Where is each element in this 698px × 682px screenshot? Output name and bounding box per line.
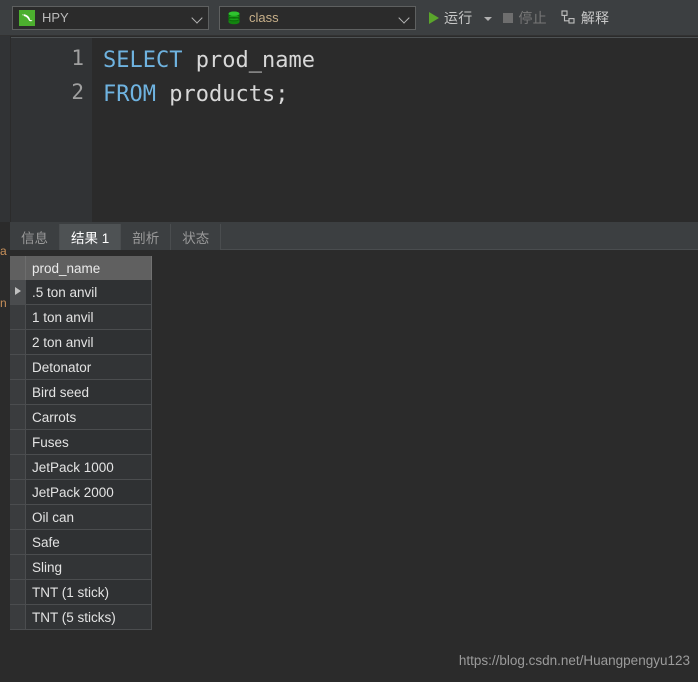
table-row[interactable]: Safe [10, 530, 152, 555]
table-cell[interactable]: Fuses [26, 430, 152, 455]
dolphin-icon [19, 9, 35, 26]
collapsed-panel-rail[interactable] [0, 36, 11, 222]
table-cell[interactable]: Safe [26, 530, 152, 555]
row-indicator-cell[interactable] [10, 355, 26, 380]
table-row[interactable]: TNT (1 stick) [10, 580, 152, 605]
row-indicator-cell[interactable] [10, 305, 26, 330]
row-indicator-cell[interactable] [10, 405, 26, 430]
connection-label: HPY [42, 9, 69, 25]
tab-result-1[interactable]: 结果 1 [60, 224, 122, 250]
row-indicator-cell[interactable] [10, 455, 26, 480]
sql-identifier: prod_name [182, 48, 315, 73]
editor-gutter: 1 2 [11, 38, 92, 222]
tab-info[interactable]: 信息 [10, 224, 60, 250]
table-cell[interactable]: TNT (1 stick) [26, 580, 152, 605]
table-row[interactable]: TNT (5 sticks) [10, 605, 152, 630]
table-row[interactable]: Fuses [10, 430, 152, 455]
row-caret-icon [15, 287, 21, 295]
table-cell[interactable]: Sling [26, 555, 152, 580]
database-icon [226, 10, 242, 26]
explain-button-label: 解释 [580, 9, 610, 26]
table-cell[interactable]: JetPack 2000 [26, 480, 152, 505]
table-cell[interactable]: Carrots [26, 405, 152, 430]
chevron-down-icon[interactable] [192, 12, 204, 24]
stop-button-label: 停止 [518, 9, 547, 26]
row-indicator-cell[interactable] [10, 555, 26, 580]
table-row[interactable]: Sling [10, 555, 152, 580]
row-indicator-cell[interactable] [10, 480, 26, 505]
grid-body[interactable]: .5 ton anvil 1 ton anvil 2 ton anvil Detona… [10, 280, 152, 630]
database-label: class [249, 9, 279, 25]
tab-status[interactable]: 状态 [171, 224, 222, 250]
table-row[interactable]: Detonator [10, 355, 152, 380]
column-header-prod-name[interactable]: prod_name [26, 256, 152, 280]
row-indicator-cell[interactable] [10, 380, 26, 405]
row-indicator-cell[interactable] [10, 580, 26, 605]
watermark-text: https://blog.csdn.net/Huangpengyu123 [458, 653, 690, 668]
table-row[interactable]: Carrots [10, 405, 152, 430]
table-cell[interactable]: Detonator [26, 355, 152, 380]
sql-identifier: products; [155, 82, 289, 107]
run-button[interactable]: 运行 [426, 5, 475, 31]
chevron-down-icon[interactable] [399, 12, 411, 24]
table-cell[interactable]: 2 ton anvil [26, 330, 152, 355]
table-cell[interactable]: .5 ton anvil [26, 280, 152, 305]
result-tabbar: 信息 结果 1 剖析 状态 [10, 222, 698, 250]
rail-glyph-bottom: n [0, 296, 7, 310]
stop-square-icon [503, 12, 514, 23]
database-dropdown[interactable]: class [219, 5, 416, 30]
sql-keyword: SELECT [103, 48, 183, 73]
rail-glyph-top: a [0, 244, 7, 258]
table-row[interactable]: 2 ton anvil [10, 330, 152, 355]
play-icon [429, 11, 439, 24]
line-number: 2 [71, 80, 84, 104]
table-row[interactable]: Bird seed [10, 380, 152, 405]
row-indicator-cell[interactable] [10, 505, 26, 530]
code-line: FROM products; [103, 78, 698, 112]
row-indicator-cell[interactable] [10, 280, 26, 305]
explain-icon [561, 10, 576, 25]
result-grid[interactable]: prod_name .5 ton anvil 1 ton anvil 2 ton a… [10, 256, 152, 630]
grid-header-row: prod_name [10, 256, 152, 280]
main-toolbar: HPY class 运行 停止 解释 [0, 0, 698, 36]
row-indicator-cell[interactable] [10, 330, 26, 355]
table-cell[interactable]: JetPack 1000 [26, 455, 152, 480]
stop-button[interactable]: 停止 [500, 5, 549, 31]
sql-keyword: FROM [103, 82, 156, 107]
row-indicator-cell[interactable] [10, 605, 26, 630]
table-cell[interactable]: Oil can [26, 505, 152, 530]
sql-editor[interactable]: 1 2 SELECT prod_name FROM products; [11, 37, 698, 222]
grid-header-gutter [10, 256, 26, 280]
caret-down-icon[interactable] [484, 16, 493, 21]
line-number: 1 [71, 46, 84, 70]
collapsed-panel-rail-lower [0, 222, 10, 682]
tab-profile[interactable]: 剖析 [121, 224, 172, 250]
connection-dropdown[interactable]: HPY [12, 5, 209, 30]
table-row[interactable]: JetPack 2000 [10, 480, 152, 505]
code-line: SELECT prod_name [103, 44, 698, 78]
table-row[interactable]: 1 ton anvil [10, 305, 152, 330]
explain-button[interactable]: 解释 [558, 5, 612, 31]
result-grid-panel[interactable]: prod_name .5 ton anvil 1 ton anvil 2 ton a… [10, 250, 698, 682]
table-cell[interactable]: TNT (5 sticks) [26, 605, 152, 630]
row-indicator-cell[interactable] [10, 530, 26, 555]
tabbar-filler [221, 223, 698, 250]
table-row[interactable]: Oil can [10, 505, 152, 530]
run-button-label: 运行 [444, 9, 473, 26]
editor-code-area[interactable]: SELECT prod_name FROM products; [103, 38, 698, 222]
table-row[interactable]: JetPack 1000 [10, 455, 152, 480]
table-cell[interactable]: 1 ton anvil [26, 305, 152, 330]
table-cell[interactable]: Bird seed [26, 380, 152, 405]
row-indicator-cell[interactable] [10, 430, 26, 455]
table-row[interactable]: .5 ton anvil [10, 280, 152, 305]
